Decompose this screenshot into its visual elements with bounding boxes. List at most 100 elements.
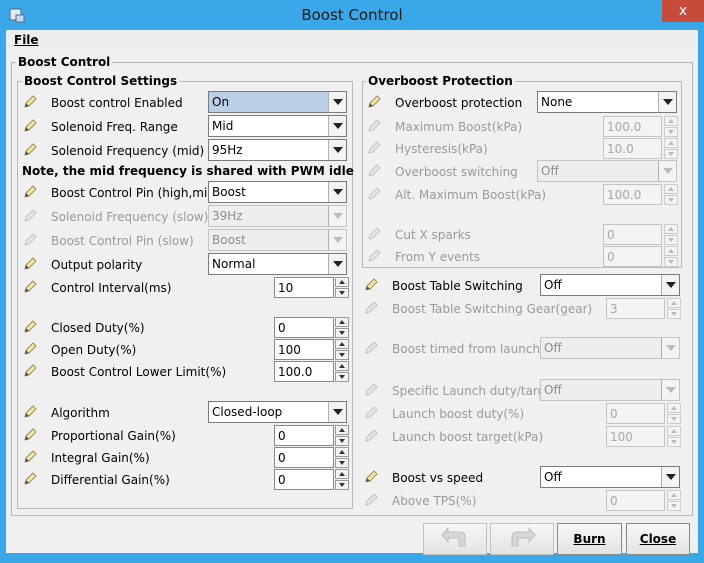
redo-button[interactable] — [490, 523, 554, 555]
window-close-button[interactable]: x — [662, 0, 704, 22]
hysteresis-stepper[interactable] — [664, 138, 678, 159]
stepper-up-icon[interactable] — [664, 224, 678, 234]
from-y-events-input[interactable]: 0 — [603, 246, 662, 267]
closed-duty-label: Closed Duty(%) — [51, 321, 145, 335]
stepper-up-icon[interactable] — [335, 447, 349, 457]
pin-slow-select[interactable]: Boost — [208, 229, 347, 251]
stepper-down-icon[interactable] — [664, 257, 678, 267]
lower-limit-stepper[interactable] — [335, 361, 349, 382]
output-polarity-label: Output polarity — [51, 258, 143, 272]
overboost-switching-select[interactable]: Off — [537, 160, 677, 182]
launch-duty-stepper[interactable] — [667, 403, 681, 424]
closed-duty-stepper[interactable] — [335, 317, 349, 338]
freq-mid-select[interactable]: 95Hz — [208, 139, 347, 161]
hysteresis-input[interactable]: 10.0 — [603, 138, 662, 159]
chevron-down-icon — [661, 338, 679, 358]
stepper-down-icon[interactable] — [335, 372, 349, 382]
open-duty-stepper[interactable] — [335, 339, 349, 360]
pencil-icon — [365, 429, 378, 442]
stepper-up-icon[interactable] — [664, 246, 678, 256]
overboost-switching-value: Off — [541, 164, 559, 178]
stepper-up-icon[interactable] — [335, 277, 349, 287]
from-y-events-stepper[interactable] — [664, 246, 678, 267]
pin-high-mid-select[interactable]: Boost — [208, 181, 347, 203]
menu-file[interactable]: File — [14, 33, 39, 47]
stepper-up-icon[interactable] — [667, 403, 681, 413]
stepper-up-icon[interactable] — [335, 339, 349, 349]
freq-slow-select[interactable]: 39Hz — [208, 205, 347, 227]
stepper-up-icon[interactable] — [335, 469, 349, 479]
stepper-up-icon[interactable] — [667, 426, 681, 436]
stepper-up-icon[interactable] — [664, 184, 678, 194]
pencil-icon — [24, 209, 37, 222]
launch-target-input[interactable]: 100 — [606, 426, 665, 447]
stepper-down-icon[interactable] — [667, 414, 681, 424]
burn-button[interactable]: Burn — [557, 523, 622, 555]
alt-max-boost-label: Alt. Maximum Boost(kPa) — [395, 188, 547, 202]
timed-from-launch-value: Off — [544, 341, 562, 355]
cut-x-sparks-input[interactable]: 0 — [603, 224, 662, 245]
stepper-up-icon[interactable] — [664, 116, 678, 126]
switching-gear-stepper[interactable] — [667, 298, 681, 319]
chevron-down-icon — [661, 275, 679, 295]
stepper-down-icon[interactable] — [664, 127, 678, 137]
stepper-up-icon[interactable] — [335, 425, 349, 435]
freq-range-select[interactable]: Mid — [208, 115, 347, 137]
stepper-down-icon[interactable] — [335, 350, 349, 360]
stepper-down-icon[interactable] — [335, 436, 349, 446]
d-gain-input[interactable]: 0 — [274, 469, 334, 490]
stepper-up-icon[interactable] — [664, 138, 678, 148]
stepper-down-icon[interactable] — [667, 437, 681, 447]
algorithm-select[interactable]: Closed-loop — [208, 401, 347, 423]
overboost-protection-select[interactable]: None — [537, 91, 677, 113]
undo-button[interactable] — [423, 523, 487, 555]
output-polarity-select[interactable]: Normal — [208, 253, 347, 275]
d-gain-stepper[interactable] — [335, 469, 349, 490]
control-interval-input[interactable]: 10 — [274, 277, 334, 298]
max-boost-stepper[interactable] — [664, 116, 678, 137]
table-switching-select[interactable]: Off — [540, 274, 680, 296]
stepper-down-icon[interactable] — [664, 149, 678, 159]
above-tps-input[interactable]: 0 — [606, 490, 665, 511]
i-gain-stepper[interactable] — [335, 447, 349, 468]
stepper-down-icon[interactable] — [335, 458, 349, 468]
stepper-up-icon[interactable] — [335, 317, 349, 327]
stepper-down-icon[interactable] — [667, 309, 681, 319]
pencil-icon — [24, 450, 37, 463]
switching-gear-input[interactable]: 3 — [606, 298, 665, 319]
specific-launch-select[interactable]: Off — [540, 379, 680, 401]
d-gain-value: 0 — [278, 473, 286, 487]
stepper-up-icon[interactable] — [335, 361, 349, 371]
stepper-up-icon[interactable] — [667, 490, 681, 500]
stepper-down-icon[interactable] — [664, 195, 678, 205]
pencil-icon — [368, 95, 381, 108]
pin-slow-value: Boost — [212, 233, 246, 247]
timed-from-launch-select[interactable]: Off — [540, 337, 680, 359]
chevron-down-icon — [328, 92, 346, 112]
stepper-down-icon[interactable] — [664, 235, 678, 245]
stepper-down-icon[interactable] — [335, 328, 349, 338]
max-boost-input[interactable]: 100.0 — [603, 116, 662, 137]
launch-target-value: 100 — [610, 430, 633, 444]
launch-target-stepper[interactable] — [667, 426, 681, 447]
pwm-shared-note: Note, the mid frequency is shared with P… — [22, 164, 354, 178]
cut-x-sparks-stepper[interactable] — [664, 224, 678, 245]
p-gain-stepper[interactable] — [335, 425, 349, 446]
lower-limit-input[interactable]: 100.0 — [274, 361, 334, 382]
p-gain-input[interactable]: 0 — [274, 425, 334, 446]
boost-enabled-select[interactable]: On — [208, 91, 347, 113]
close-button[interactable]: Close — [626, 523, 690, 555]
stepper-down-icon[interactable] — [667, 501, 681, 511]
above-tps-stepper[interactable] — [667, 490, 681, 511]
launch-duty-input[interactable]: 0 — [606, 403, 665, 424]
closed-duty-input[interactable]: 0 — [274, 317, 334, 338]
stepper-up-icon[interactable] — [667, 298, 681, 308]
open-duty-input[interactable]: 100 — [274, 339, 334, 360]
i-gain-input[interactable]: 0 — [274, 447, 334, 468]
vs-speed-select[interactable]: Off — [540, 466, 680, 488]
alt-max-boost-stepper[interactable] — [664, 184, 678, 205]
control-interval-stepper[interactable] — [335, 277, 349, 298]
stepper-down-icon[interactable] — [335, 480, 349, 490]
alt-max-boost-input[interactable]: 100.0 — [603, 184, 662, 205]
stepper-down-icon[interactable] — [335, 288, 349, 298]
